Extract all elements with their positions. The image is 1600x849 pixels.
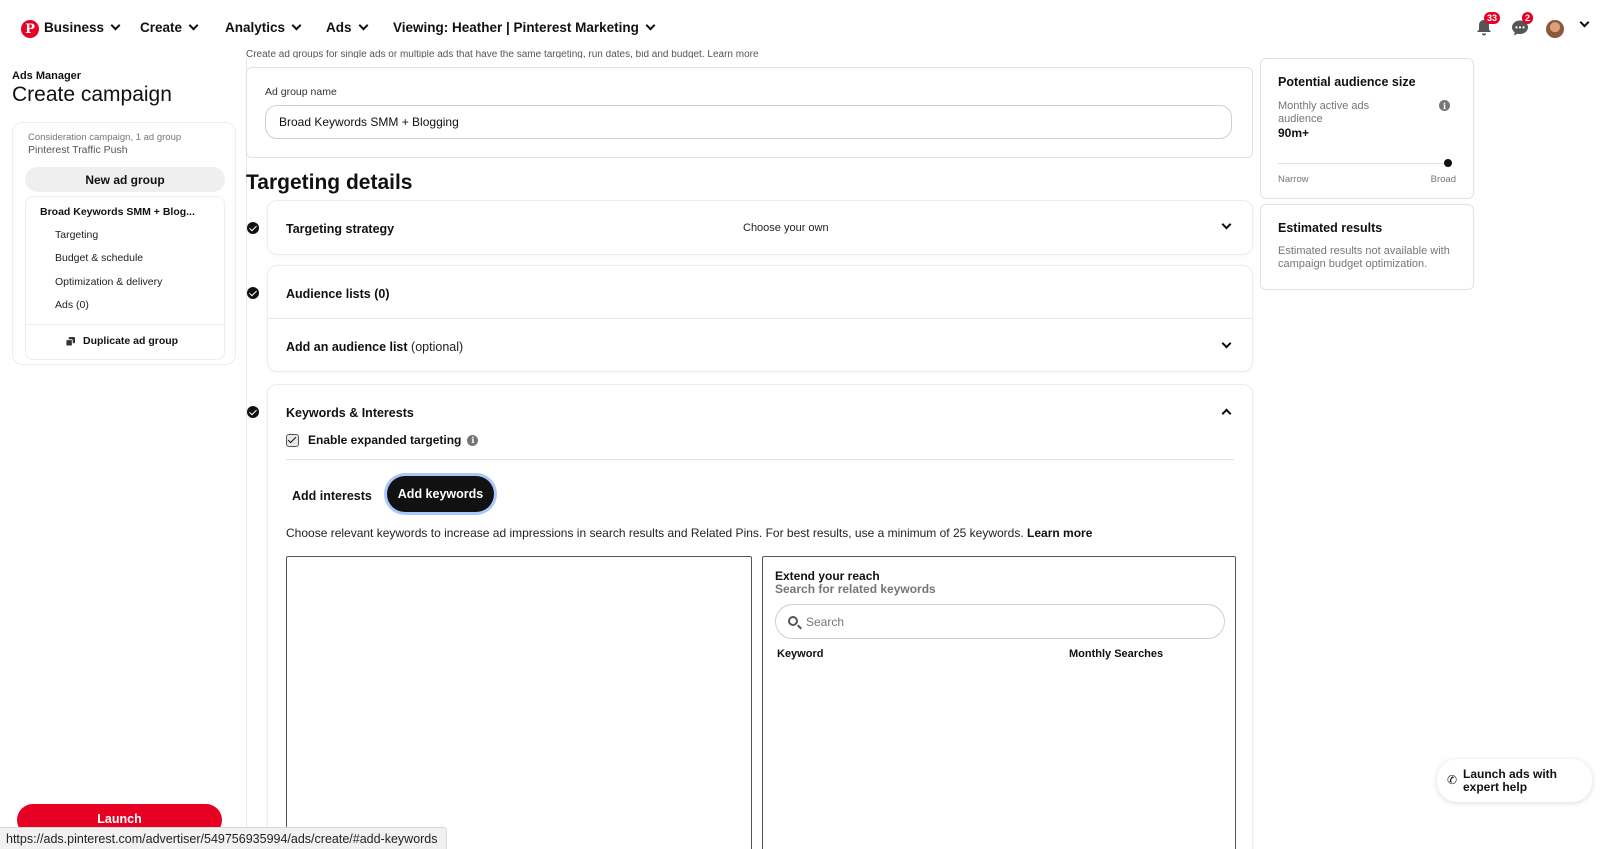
extend-reach-subtitle: Search for related keywords xyxy=(775,582,936,596)
messages-button[interactable]: 2 xyxy=(1510,12,1534,40)
keywords-interests-section: Keywords & Interests Enable expanded tar… xyxy=(267,384,1253,849)
add-audience-list-title: Add an audience list xyxy=(286,340,408,354)
add-audience-list-toggle[interactable]: Add an audience list (optional) xyxy=(286,340,463,354)
launch-expert-help-button[interactable]: ✆ Launch ads with expert help xyxy=(1437,759,1592,802)
nav-analytics-label: Analytics xyxy=(225,20,286,35)
left-sidebar: Ads Manager Create campaign Consideratio… xyxy=(0,58,247,849)
nav-viewing-label: Viewing: Heather | Pinterest Marketing xyxy=(393,20,639,35)
nav-create[interactable]: Create xyxy=(140,20,199,35)
check-circle-icon xyxy=(247,287,259,299)
chevron-down-icon[interactable] xyxy=(1221,338,1232,349)
expanded-targeting-label: Enable expanded targeting i xyxy=(308,433,479,447)
campaign-card: Consideration campaign, 1 ad group Pinte… xyxy=(12,122,236,365)
top-nav: P Business Create Analytics Ads Viewing:… xyxy=(0,0,1600,58)
expanded-targeting-text: Enable expanded targeting xyxy=(308,433,462,447)
audience-size-card: Potential audience size Monthly active a… xyxy=(1260,58,1474,199)
chevron-down-icon xyxy=(291,20,302,31)
notifications-button[interactable]: 33 xyxy=(1474,12,1501,40)
campaign-meta: Consideration campaign, 1 ad group xyxy=(28,132,182,143)
keyword-search-input[interactable]: Search xyxy=(775,604,1225,639)
audience-lists-title: Audience lists (0) xyxy=(286,287,390,301)
nav-ads-label: Ads xyxy=(326,20,352,35)
audience-size-value: 90m+ xyxy=(1278,126,1310,140)
keywords-textarea[interactable] xyxy=(286,556,752,849)
optional-label: (optional) xyxy=(411,340,464,354)
chevron-up-icon[interactable] xyxy=(1221,408,1232,419)
learn-more-link[interactable]: Learn more xyxy=(1027,526,1092,540)
duplicate-ad-group-button[interactable]: Duplicate ad group xyxy=(66,335,178,347)
ad-group-name-card: Ad group name Broad Keywords SMM + Blogg… xyxy=(246,67,1253,158)
sidebar-item-optimization[interactable]: Optimization & delivery xyxy=(55,276,162,288)
ad-group-name-link[interactable]: Broad Keywords SMM + Blog... xyxy=(40,206,195,218)
keywords-interests-title: Keywords & Interests xyxy=(286,406,414,420)
targeting-strategy-title: Targeting strategy xyxy=(286,222,395,236)
info-icon[interactable]: i xyxy=(467,434,479,446)
audience-lists-section: Audience lists (0) Add an audience list … xyxy=(267,265,1253,372)
pinterest-logo-icon[interactable]: P xyxy=(21,20,39,38)
avatar[interactable] xyxy=(1546,20,1564,38)
chevron-down-icon[interactable] xyxy=(1221,219,1232,230)
column-header-keyword[interactable]: Keyword xyxy=(777,648,823,660)
page-title: Create campaign xyxy=(12,83,172,106)
messages-badge: 2 xyxy=(1522,12,1534,24)
check-circle-icon xyxy=(247,406,259,418)
chevron-down-icon xyxy=(358,20,368,31)
account-chevron-down-icon[interactable] xyxy=(1579,17,1590,28)
notifications-badge: 33 xyxy=(1484,12,1501,24)
divider xyxy=(26,324,224,325)
audience-size-title: Potential audience size xyxy=(1278,75,1416,89)
sidebar-item-ads[interactable]: Ads (0) xyxy=(55,299,89,311)
ad-group-name-label: Ad group name xyxy=(265,86,337,98)
ad-group-helper-text: Create ad groups for single ads or multi… xyxy=(246,50,759,58)
extend-reach-title: Extend your reach xyxy=(775,569,880,583)
estimated-results-title: Estimated results xyxy=(1278,221,1383,235)
broad-label: Broad xyxy=(1430,174,1456,185)
column-header-monthly-searches[interactable]: Monthly Searches xyxy=(1069,648,1163,660)
ads-manager-label: Ads Manager xyxy=(12,70,82,82)
keywords-description-text: Choose relevant keywords to increase ad … xyxy=(286,526,1024,540)
estimated-results-card: Estimated results Estimated results not … xyxy=(1260,204,1474,290)
extend-reach-panel: Extend your reach Search for related key… xyxy=(762,556,1236,849)
estimated-results-desc: Estimated results not available with cam… xyxy=(1278,245,1450,270)
nav-create-label: Create xyxy=(140,20,183,35)
targeting-strategy-value: Choose your own xyxy=(743,222,829,234)
targeting-strategy-section[interactable]: Targeting strategy Choose your own xyxy=(267,200,1253,255)
chevron-down-icon xyxy=(645,20,656,31)
search-placeholder: Search xyxy=(806,614,845,629)
divider xyxy=(286,459,1234,460)
divider xyxy=(268,318,1252,319)
duplicate-icon xyxy=(66,336,75,346)
phone-icon: ✆ xyxy=(1447,773,1458,787)
expert-help-label: Launch ads with expert help xyxy=(1463,766,1558,794)
status-bar-url: https://ads.pinterest.com/advertiser/549… xyxy=(0,827,447,849)
sidebar-item-targeting[interactable]: Targeting xyxy=(55,229,98,241)
keywords-description: Choose relevant keywords to increase ad … xyxy=(286,526,1092,540)
chevron-down-icon xyxy=(110,20,121,31)
ad-group-name-input[interactable]: Broad Keywords SMM + Blogging xyxy=(265,105,1232,139)
audience-size-indicator xyxy=(1444,159,1452,167)
tab-add-interests[interactable]: Add interests xyxy=(292,489,372,503)
nav-account-switcher[interactable]: Viewing: Heather | Pinterest Marketing xyxy=(393,20,656,35)
sidebar-item-budget[interactable]: Budget & schedule xyxy=(55,252,143,264)
audience-size-track xyxy=(1278,163,1448,164)
search-icon xyxy=(788,616,798,626)
new-ad-group-button[interactable]: New ad group xyxy=(25,167,225,192)
targeting-details-heading: Targeting details xyxy=(246,171,413,194)
nav-business-label: Business xyxy=(44,20,105,35)
nav-analytics[interactable]: Analytics xyxy=(225,20,302,35)
campaign-name[interactable]: Pinterest Traffic Push xyxy=(28,144,128,156)
nav-ads[interactable]: Ads xyxy=(326,20,368,35)
nav-business[interactable]: Business xyxy=(44,20,121,35)
check-circle-icon xyxy=(247,222,259,234)
duplicate-label: Duplicate ad group xyxy=(83,335,179,347)
narrow-label: Narrow xyxy=(1278,174,1309,185)
info-icon[interactable]: i xyxy=(1439,100,1450,111)
audience-size-desc: Monthly active ads audience xyxy=(1278,100,1370,125)
tab-add-keywords[interactable]: Add keywords xyxy=(387,476,494,512)
chevron-down-icon xyxy=(188,20,199,31)
ad-group-card: Broad Keywords SMM + Blog... Targeting B… xyxy=(25,196,225,360)
expanded-targeting-checkbox[interactable] xyxy=(286,434,299,447)
